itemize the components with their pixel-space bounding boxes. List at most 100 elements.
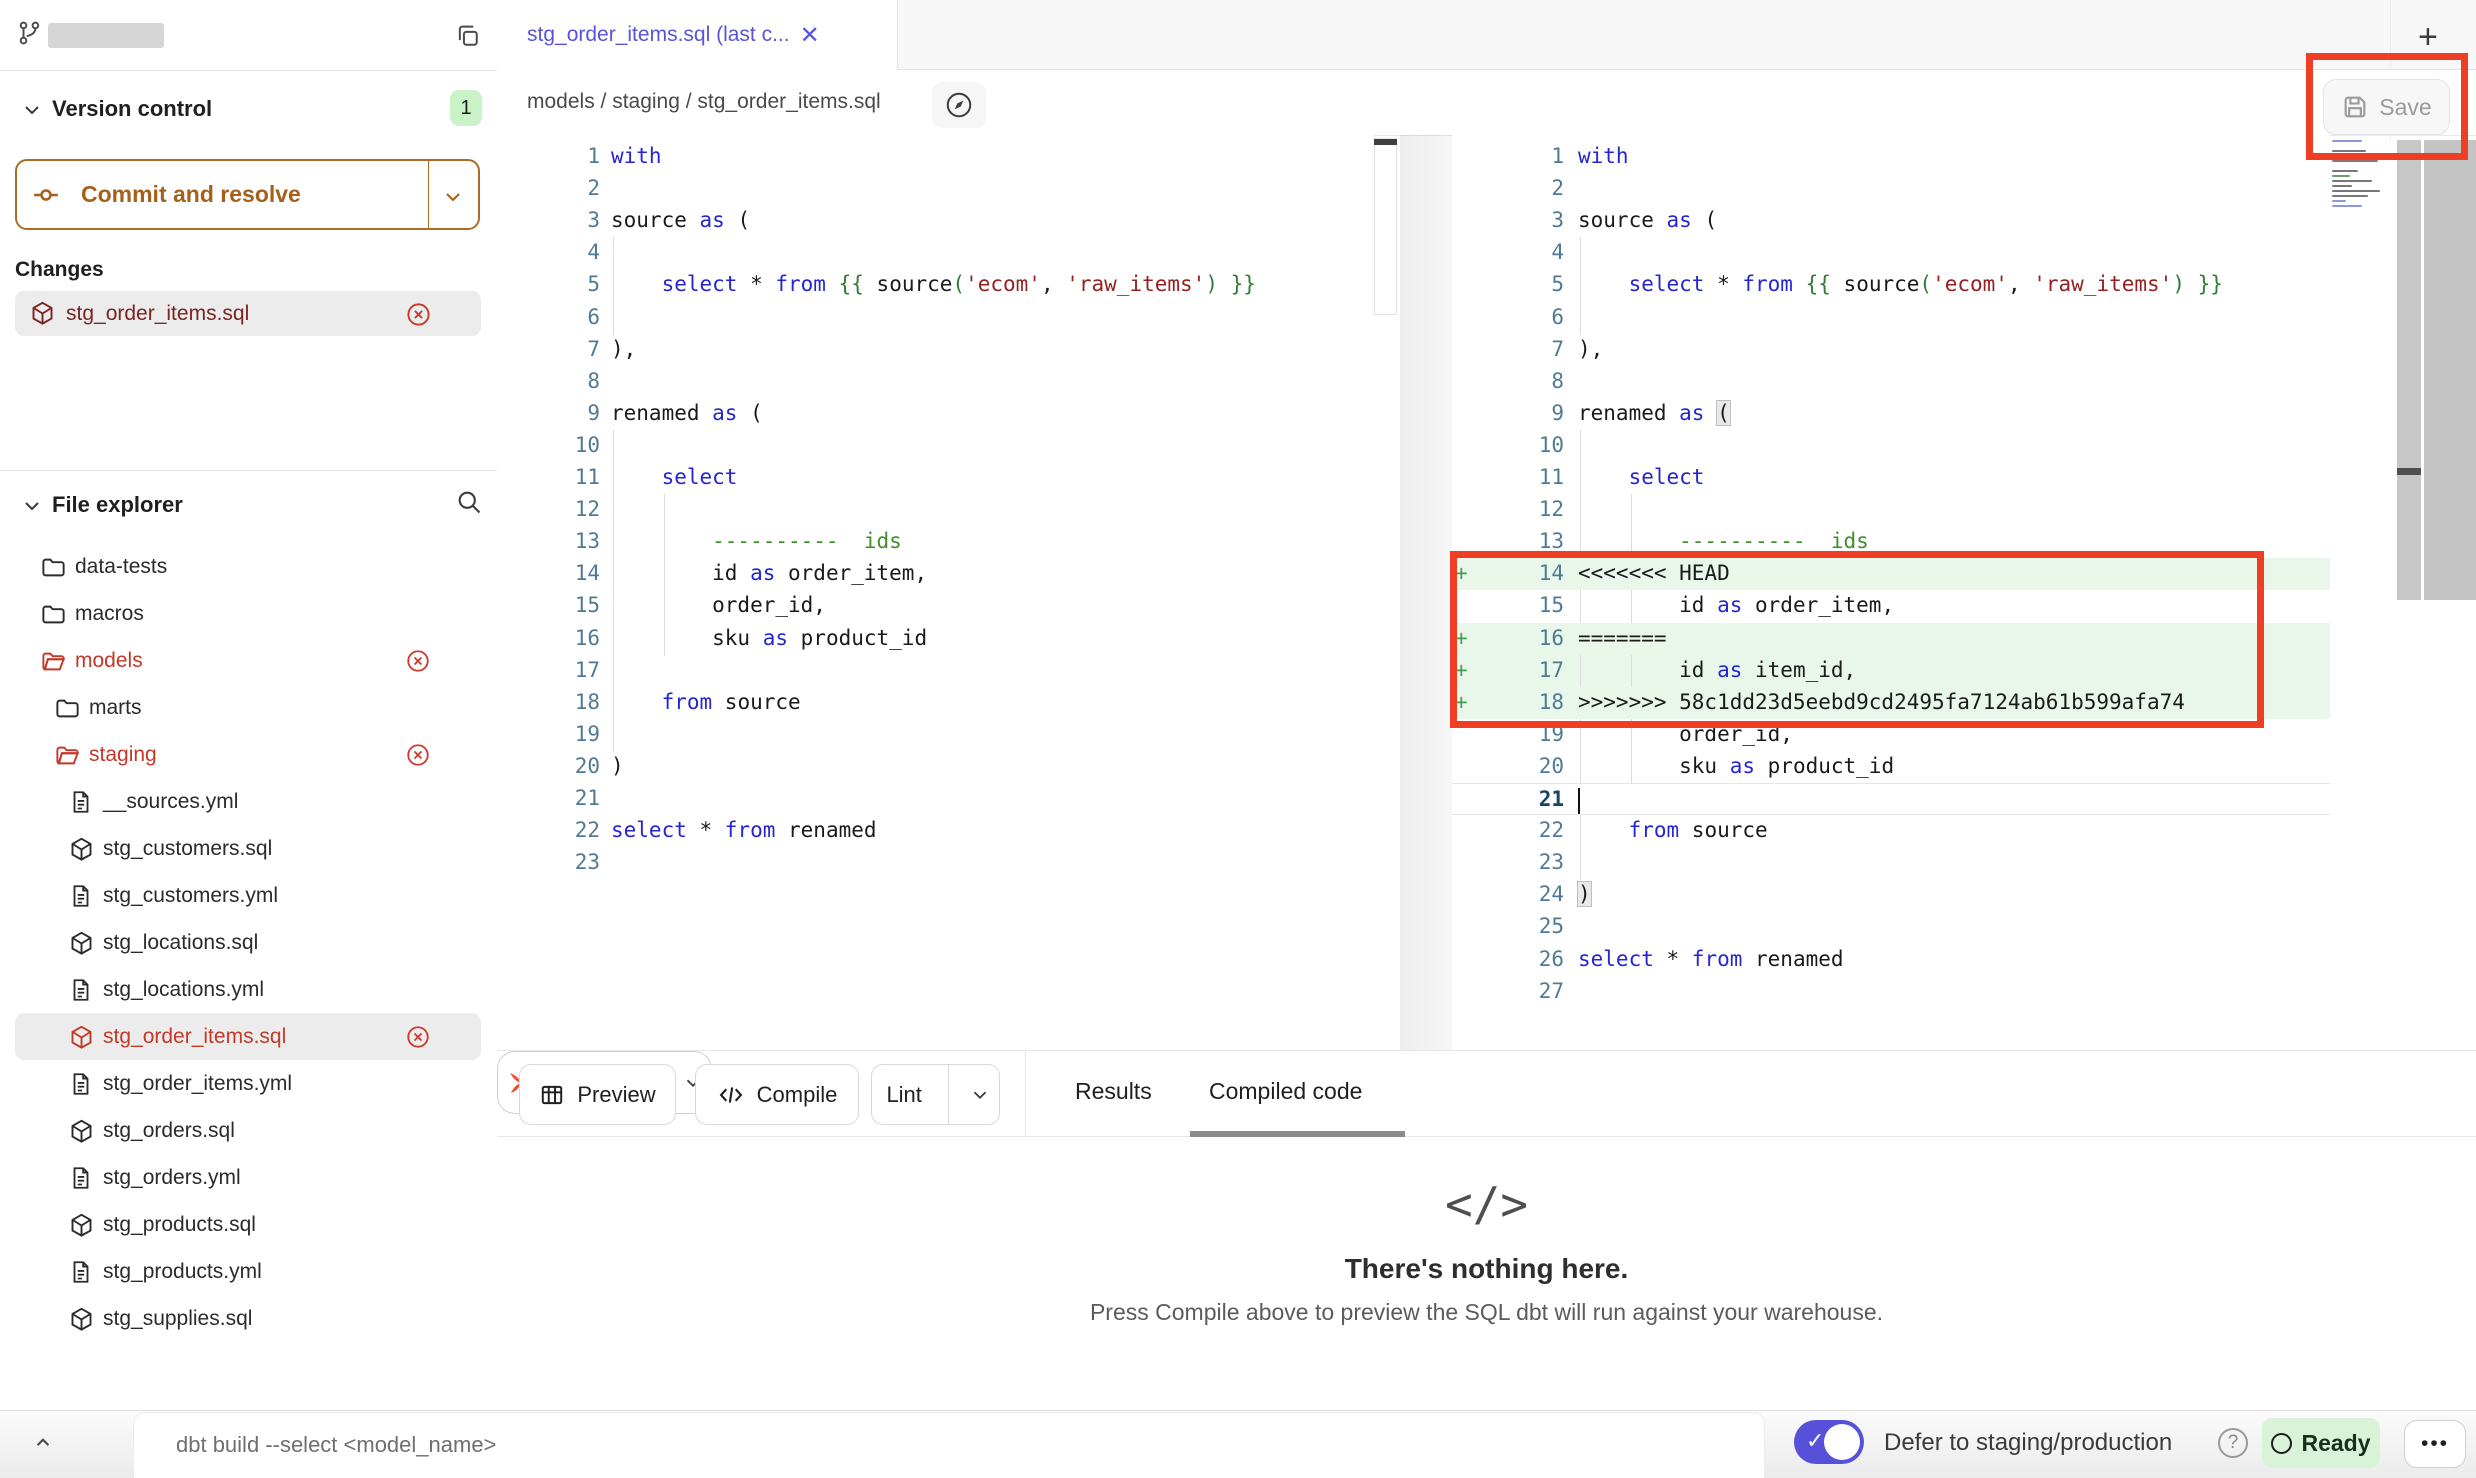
- code-line-9[interactable]: 9renamed as (: [1452, 398, 2330, 430]
- code-line-21[interactable]: 21: [1452, 783, 2330, 815]
- code-line-10[interactable]: 10: [497, 430, 1374, 462]
- code-line-7[interactable]: 7),: [497, 334, 1374, 366]
- code-line-13[interactable]: 13 ---------- ids: [497, 526, 1374, 558]
- tab-results[interactable]: Results: [1075, 1078, 1152, 1105]
- right-editor-scroll-handle[interactable]: [2397, 468, 2421, 475]
- code-line-6[interactable]: 6: [497, 302, 1374, 334]
- code-line-22[interactable]: 22select * from renamed: [497, 815, 1374, 847]
- tab-stg-order-items[interactable]: stg_order_items.sql (last c... ✕: [497, 0, 898, 70]
- code-line-10[interactable]: 10: [1452, 430, 2330, 462]
- file-tree-item-stg-locations-yml[interactable]: stg_locations.yml: [15, 966, 481, 1013]
- editor-pane-original[interactable]: 1with23source as (45 select * from {{ so…: [497, 135, 1374, 1050]
- file-tree-item-stg-products-sql[interactable]: stg_products.sql: [15, 1201, 481, 1248]
- close-icon[interactable]: ✕: [800, 21, 820, 50]
- chevron-down-icon[interactable]: [441, 185, 465, 209]
- code-line-17[interactable]: 17: [497, 655, 1374, 687]
- code-line-17[interactable]: +17 id as item_id,: [1452, 655, 2330, 687]
- file-tree-item-models[interactable]: models: [15, 637, 481, 684]
- code-line-19[interactable]: 19 order_id,: [1452, 719, 2330, 751]
- file-tree-item-stg-customers-yml[interactable]: stg_customers.yml: [15, 872, 481, 919]
- code-line-6[interactable]: 6: [1452, 302, 2330, 334]
- preview-button[interactable]: Preview: [519, 1064, 676, 1125]
- code-line-20[interactable]: 20 sku as product_id: [1452, 751, 2330, 783]
- code-line-9[interactable]: 9renamed as (: [497, 398, 1374, 430]
- copy-icon[interactable]: [454, 22, 482, 50]
- code-line-4[interactable]: 4: [497, 237, 1374, 269]
- file-tree-item-stg-supplies-sql[interactable]: stg_supplies.sql: [15, 1295, 481, 1342]
- code-line-23[interactable]: 23: [497, 847, 1374, 879]
- chevron-up-icon[interactable]: [28, 1430, 58, 1456]
- code-line-18[interactable]: 18 from source: [497, 687, 1374, 719]
- file-tree-item-stg-orders-yml[interactable]: stg_orders.yml: [15, 1154, 481, 1201]
- file-tree-item--sources-yml[interactable]: __sources.yml: [15, 778, 481, 825]
- code-line-25[interactable]: 25: [1452, 911, 2330, 943]
- discard-change-icon[interactable]: [405, 742, 431, 768]
- search-icon[interactable]: [455, 488, 483, 516]
- command-input[interactable]: [174, 1413, 1674, 1477]
- file-tree-item-macros[interactable]: macros: [15, 590, 481, 637]
- file-tree-item-stg-customers-sql[interactable]: stg_customers.sql: [15, 825, 481, 872]
- code-line-21[interactable]: 21: [497, 783, 1374, 815]
- left-editor-scrollbar[interactable]: [1374, 138, 1397, 315]
- code-line-24[interactable]: 24): [1452, 879, 2330, 911]
- code-line-19[interactable]: 19: [497, 719, 1374, 751]
- file-tree-item-stg-orders-sql[interactable]: stg_orders.sql: [15, 1107, 481, 1154]
- code-line-26[interactable]: 26select * from renamed: [1452, 944, 2330, 976]
- lint-button[interactable]: Lint: [871, 1064, 1000, 1125]
- status-badge-ready[interactable]: Ready: [2262, 1418, 2380, 1468]
- code-line-23[interactable]: 23: [1452, 847, 2330, 879]
- code-line-8[interactable]: 8: [1452, 366, 2330, 398]
- file-tree-item-staging[interactable]: staging: [15, 731, 481, 778]
- window-scrollbar[interactable]: [2424, 140, 2476, 600]
- file-tree-item-stg-locations-sql[interactable]: stg_locations.sql: [15, 919, 481, 966]
- discard-change-icon[interactable]: [405, 1024, 431, 1050]
- new-tab-button[interactable]: +: [2418, 18, 2438, 57]
- file-tree-item-stg-order-items-yml[interactable]: stg_order_items.yml: [15, 1060, 481, 1107]
- code-line-14[interactable]: 14 id as order_item,: [497, 558, 1374, 590]
- code-line-15[interactable]: 15 id as order_item,: [1452, 590, 2330, 622]
- tab-compiled-code[interactable]: Compiled code: [1209, 1078, 1362, 1105]
- file-tree-item-marts[interactable]: marts: [15, 684, 481, 731]
- code-line-15[interactable]: 15 order_id,: [497, 590, 1374, 622]
- code-line-12[interactable]: 12: [1452, 494, 2330, 526]
- code-line-3[interactable]: 3source as (: [497, 205, 1374, 237]
- code-line-2[interactable]: 2: [497, 173, 1374, 205]
- code-line-13[interactable]: 13 ---------- ids: [1452, 526, 2330, 558]
- code-line-8[interactable]: 8: [497, 366, 1374, 398]
- minimap[interactable]: [2332, 140, 2384, 258]
- code-line-5[interactable]: 5 select * from {{ source('ecom', 'raw_i…: [1452, 269, 2330, 301]
- code-line-3[interactable]: 3source as (: [1452, 205, 2330, 237]
- changed-file-row[interactable]: stg_order_items.sql: [15, 291, 481, 336]
- code-line-12[interactable]: 12: [497, 494, 1374, 526]
- save-button[interactable]: Save: [2323, 79, 2450, 135]
- code-line-11[interactable]: 11 select: [497, 462, 1374, 494]
- file-tree-item-stg-products-yml[interactable]: stg_products.yml: [15, 1248, 481, 1295]
- defer-toggle[interactable]: ✓: [1794, 1420, 1864, 1464]
- code-line-20[interactable]: 20): [497, 751, 1374, 783]
- code-line-2[interactable]: 2: [1452, 173, 2330, 205]
- code-line-11[interactable]: 11 select: [1452, 462, 2330, 494]
- code-line-5[interactable]: 5 select * from {{ source('ecom', 'raw_i…: [497, 269, 1374, 301]
- compile-button[interactable]: Compile: [695, 1064, 859, 1125]
- code-line-1[interactable]: 1with: [497, 141, 1374, 173]
- chevron-down-icon[interactable]: [20, 494, 44, 518]
- code-line-27[interactable]: 27: [1452, 976, 2330, 1008]
- code-line-14[interactable]: +14<<<<<<< HEAD: [1452, 558, 2330, 590]
- code-line-7[interactable]: 7),: [1452, 334, 2330, 366]
- code-line-22[interactable]: 22 from source: [1452, 815, 2330, 847]
- help-icon[interactable]: ?: [2218, 1428, 2248, 1458]
- editor-pane-current[interactable]: 1with23source as (45 select * from {{ so…: [1452, 135, 2330, 1050]
- code-line-16[interactable]: +16=======: [1452, 623, 2330, 655]
- code-line-16[interactable]: 16 sku as product_id: [497, 623, 1374, 655]
- more-options-button[interactable]: •••: [2404, 1420, 2466, 1468]
- chevron-down-icon[interactable]: [961, 1084, 999, 1106]
- code-line-1[interactable]: 1with: [1452, 141, 2330, 173]
- code-line-18[interactable]: +18>>>>>>> 58c1dd23d5eebd9cd2495fa7124ab…: [1452, 687, 2330, 719]
- file-tree-item-stg-order-items-sql[interactable]: stg_order_items.sql: [15, 1013, 481, 1060]
- right-editor-scrollbar[interactable]: [2397, 140, 2421, 600]
- code-line-4[interactable]: 4: [1452, 237, 2330, 269]
- file-tree-item-data-tests[interactable]: data-tests: [15, 543, 481, 590]
- commit-and-resolve-button[interactable]: Commit and resolve: [15, 159, 480, 230]
- discard-change-icon[interactable]: [405, 301, 432, 328]
- discard-change-icon[interactable]: [405, 648, 431, 674]
